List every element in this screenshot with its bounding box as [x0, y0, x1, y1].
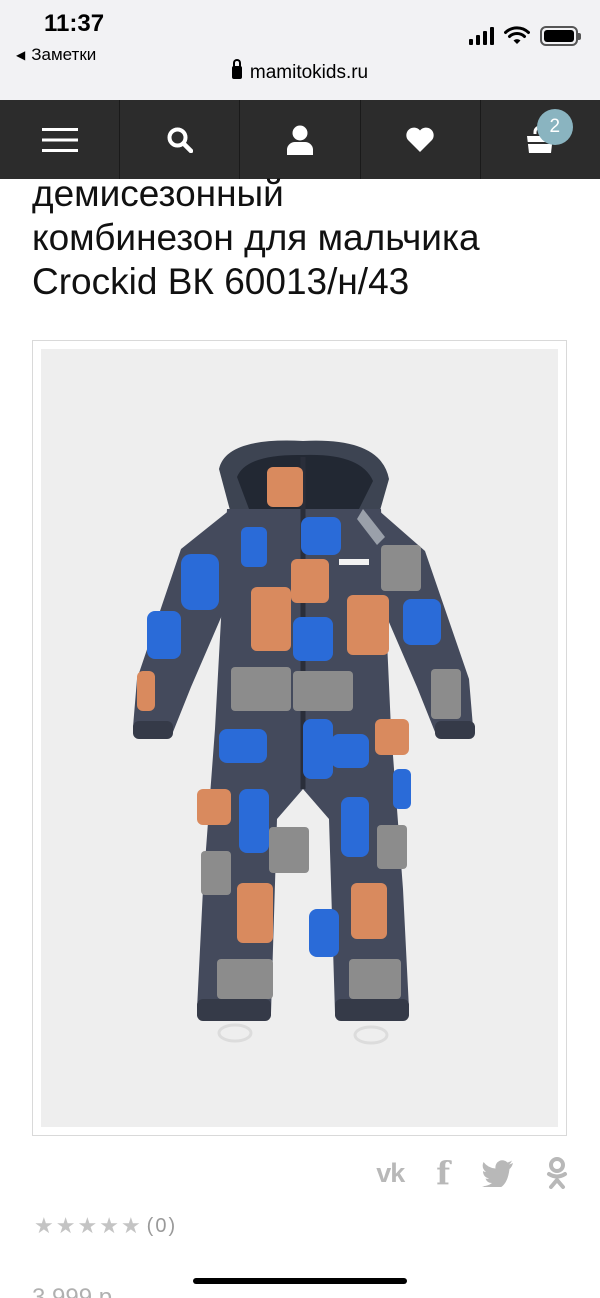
wishlist-button[interactable] [361, 100, 481, 179]
odnoklassniki-icon[interactable] [546, 1157, 568, 1189]
star-icon[interactable]: ★ [56, 1214, 76, 1238]
facebook-icon[interactable]: f [436, 1154, 450, 1192]
account-button[interactable] [240, 100, 361, 179]
battery-icon [540, 26, 581, 46]
product-title: демисезонный комбинезон для мальчика Cro… [32, 178, 572, 310]
heart-icon [406, 127, 434, 152]
search-button[interactable] [120, 100, 241, 179]
review-count: (0) [146, 1214, 178, 1237]
home-indicator[interactable] [193, 1278, 407, 1284]
wifi-icon [504, 26, 530, 44]
title-line: Crockid ВК 60013/н/43 [32, 261, 410, 302]
lock-icon [231, 59, 242, 79]
hamburger-icon [41, 127, 78, 152]
system-icons [469, 26, 581, 46]
title-line: демисезонный [32, 178, 284, 214]
back-triangle-icon: ◀ [16, 48, 26, 62]
cart-count-badge: 2 [536, 109, 573, 145]
star-icon[interactable]: ★ [99, 1214, 119, 1238]
menu-button[interactable] [0, 100, 121, 179]
status-bar: 11:37 ◀ Заметки mamitokids.ru [0, 0, 600, 100]
star-icon[interactable]: ★ [77, 1214, 97, 1238]
star-icon[interactable]: ★ [121, 1214, 141, 1238]
address-bar[interactable]: mamitokids.ru [0, 59, 600, 84]
product-rating[interactable]: ★ ★ ★ ★ ★ (0) [34, 1214, 177, 1238]
url-text: mamitokids.ru [249, 62, 369, 83]
jumpsuit-illustration [133, 440, 475, 1045]
user-icon [287, 125, 313, 155]
twitter-icon[interactable] [482, 1159, 514, 1187]
search-icon [167, 127, 193, 153]
price-text: 3 999 р [32, 1284, 113, 1298]
social-share: vk f [376, 1154, 568, 1192]
product-image[interactable] [41, 349, 558, 1127]
vk-icon[interactable]: vk [376, 1158, 405, 1189]
site-nav-bar: 2 [0, 100, 600, 179]
title-line: комбинезон для мальчика [32, 217, 480, 258]
product-image-frame[interactable] [32, 340, 567, 1136]
signal-icon [469, 27, 494, 45]
cart-button[interactable]: 2 [481, 100, 600, 179]
star-icon[interactable]: ★ [34, 1214, 54, 1238]
clock: 11:37 [44, 10, 105, 37]
